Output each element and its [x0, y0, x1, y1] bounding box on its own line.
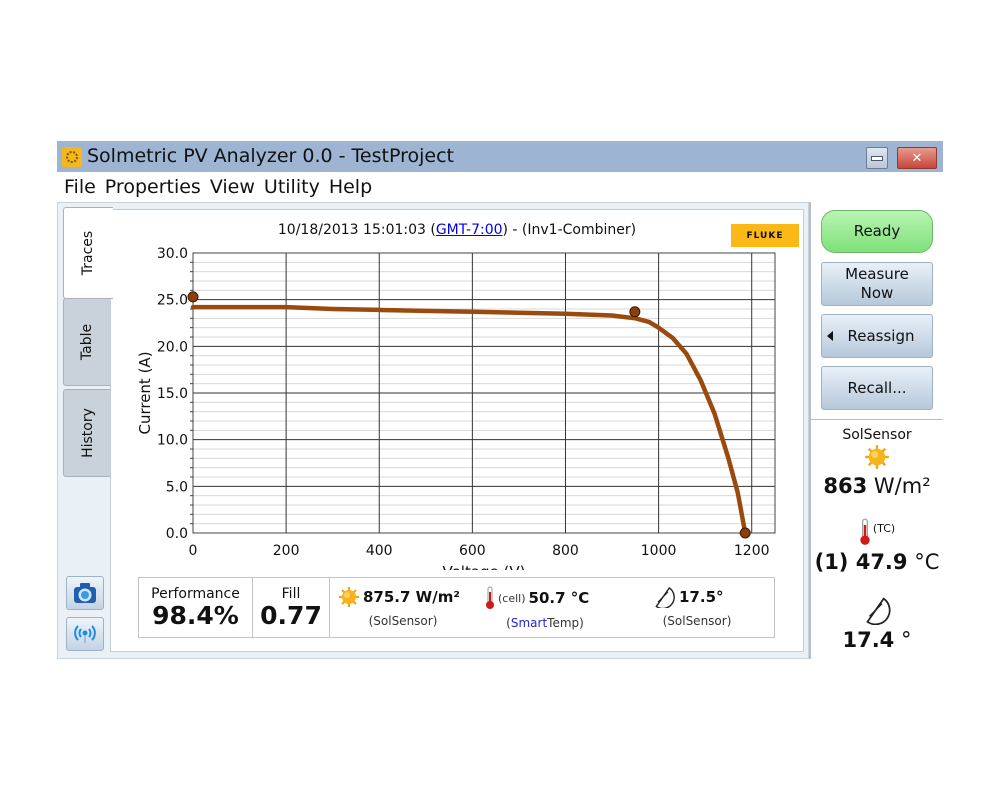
- x-tick-label: 400: [366, 543, 393, 559]
- protractor-icon: [655, 586, 675, 608]
- y-axis-label: Current (A): [136, 351, 154, 434]
- tilt-source: (SolSensor): [662, 614, 732, 628]
- performance-value: 98.4%: [152, 600, 239, 630]
- x-tick-label: 800: [552, 543, 579, 559]
- fill-cell: Fill 0.77: [253, 578, 330, 637]
- fill-value: 0.77: [260, 600, 322, 630]
- title-bar: Solmetric PV Analyzer 0.0 - TestProject …: [57, 141, 943, 172]
- wireless-button[interactable]: [66, 617, 104, 651]
- iv-marker-point: [629, 306, 641, 318]
- stats-panel: Performance 98.4% Fill 0.77 875.7 W/m² (…: [138, 577, 775, 638]
- iv-marker-point: [739, 527, 751, 539]
- tilt-icon-row: [811, 595, 943, 629]
- minimize-button[interactable]: [866, 147, 888, 169]
- close-icon: ✕: [911, 150, 923, 166]
- y-tick-label: 5.0: [166, 479, 188, 495]
- iv-marker-point: [187, 291, 199, 303]
- tab-table[interactable]: Table: [63, 298, 111, 386]
- irradiance-unit: W/m²: [873, 474, 931, 498]
- sun-icon-container: [811, 444, 943, 474]
- menu-file[interactable]: File: [62, 172, 98, 201]
- camera-icon: [74, 583, 96, 603]
- y-tick-label: 0.0: [166, 526, 188, 542]
- wireless-icon: [74, 625, 96, 643]
- screenshot-button[interactable]: [66, 576, 104, 610]
- irradiance-readout: 875.7 W/m² (SolSensor): [338, 586, 468, 628]
- menu-properties[interactable]: Properties: [103, 172, 203, 201]
- irradiance-number: 863: [823, 474, 868, 498]
- irradiance-readout-right: 863 W/m²: [811, 474, 943, 498]
- iv-chart: 10/18/2013 15:01:03 (GMT-7:00) - (Inv1-C…: [119, 216, 799, 570]
- source-smart: Smart: [510, 616, 548, 630]
- x-tick-label: 1200: [734, 543, 770, 559]
- x-tick-label: 200: [273, 543, 300, 559]
- tc-tag: (TC): [872, 522, 896, 535]
- x-tick-label: 0: [189, 543, 198, 559]
- y-tick-label: 30.0: [157, 246, 188, 262]
- environment-cell: 875.7 W/m² (SolSensor) (cell) 50.7 °C (S…: [330, 578, 774, 637]
- control-panel: Ready Measure Now Reassign Recall... Sol…: [809, 202, 943, 659]
- measure-now-label: Measure Now: [845, 265, 909, 302]
- performance-label: Performance: [151, 585, 240, 602]
- temp-unit: °C: [914, 550, 940, 574]
- sun-icon: [865, 445, 889, 469]
- protractor-icon: [866, 597, 891, 626]
- menu-help[interactable]: Help: [327, 172, 374, 201]
- irradiance-value: 875.7 W/m²: [363, 588, 460, 606]
- tilt-readout-right: 17.4 °: [811, 628, 943, 652]
- source-rest: Temp): [547, 616, 584, 630]
- x-tick-label: 1000: [641, 543, 677, 559]
- app-gear-sun-icon: [62, 147, 82, 167]
- performance-cell: Performance 98.4%: [139, 578, 253, 637]
- temp-readout-right: (1) 47.9 °C: [811, 550, 943, 574]
- tab-traces-label: Traces: [80, 230, 97, 276]
- ready-label: Ready: [853, 222, 901, 240]
- sun-icon: [339, 587, 359, 607]
- tab-history[interactable]: History: [63, 389, 111, 477]
- reassign-button[interactable]: Reassign: [821, 314, 933, 358]
- tab-history-label: History: [79, 408, 96, 458]
- y-tick-label: 10.0: [157, 433, 188, 449]
- traces-content: 10/18/2013 15:01:03 (GMT-7:00) - (Inv1-C…: [110, 209, 804, 652]
- panel-divider: [811, 419, 943, 420]
- tilt-right-unit: °: [901, 628, 912, 652]
- y-tick-label: 15.0: [157, 386, 188, 402]
- tilt-readout: 17.5° (SolSensor): [652, 586, 742, 628]
- thermometer-icon: [486, 586, 494, 609]
- solsensor-title: SolSensor: [842, 427, 912, 443]
- cell-temp-tag: (cell): [498, 591, 526, 605]
- recall-label: Recall...: [847, 378, 907, 397]
- tc-icon-row: (TC): [811, 518, 943, 546]
- window-title: Solmetric PV Analyzer 0.0 - TestProject: [87, 145, 454, 167]
- recall-button[interactable]: Recall...: [821, 366, 933, 410]
- x-axis-label: Voltage (V): [443, 563, 526, 570]
- x-tick-label: 600: [459, 543, 486, 559]
- menu-utility[interactable]: Utility: [262, 172, 322, 201]
- y-tick-label: 25.0: [157, 293, 188, 309]
- y-tick-label: 20.0: [157, 339, 188, 355]
- ready-status-button[interactable]: Ready: [821, 210, 933, 253]
- tilt-value: 17.5°: [679, 588, 724, 606]
- iv-curve-line: [190, 304, 748, 536]
- menu-view[interactable]: View: [208, 172, 257, 201]
- iv-plot: 0.0 5.0 10.0 15.0 20.0 25.0 30.0 0 200 400 600 800 1…: [136, 246, 776, 570]
- thermometer-icon: [860, 518, 870, 545]
- tab-table-label: Table: [79, 323, 96, 361]
- tilt-right-value: 17.4: [842, 628, 895, 652]
- minimize-icon: [871, 155, 883, 161]
- arrow-left-icon: [827, 331, 833, 341]
- cell-temp-readout: (cell) 50.7 °C (SmartTemp): [485, 586, 605, 630]
- app-window: Solmetric PV Analyzer 0.0 - TestProject …: [57, 141, 943, 659]
- menu-bar: File Properties View Utility Help: [57, 172, 943, 201]
- irradiance-source: (SolSensor): [368, 614, 438, 628]
- temp-value: (1) 47.9: [814, 550, 908, 574]
- reassign-label: Reassign: [847, 326, 915, 345]
- traces-pane: Traces Table History 10/18/2013 15:01:03…: [57, 202, 809, 659]
- cell-temp-value: 50.7 °C: [528, 589, 590, 607]
- close-button[interactable]: ✕: [897, 147, 937, 169]
- tab-traces[interactable]: Traces: [63, 207, 113, 299]
- cell-temp-source: (SmartTemp): [485, 616, 605, 630]
- measure-now-button[interactable]: Measure Now: [821, 262, 933, 306]
- fill-label: Fill: [281, 585, 301, 602]
